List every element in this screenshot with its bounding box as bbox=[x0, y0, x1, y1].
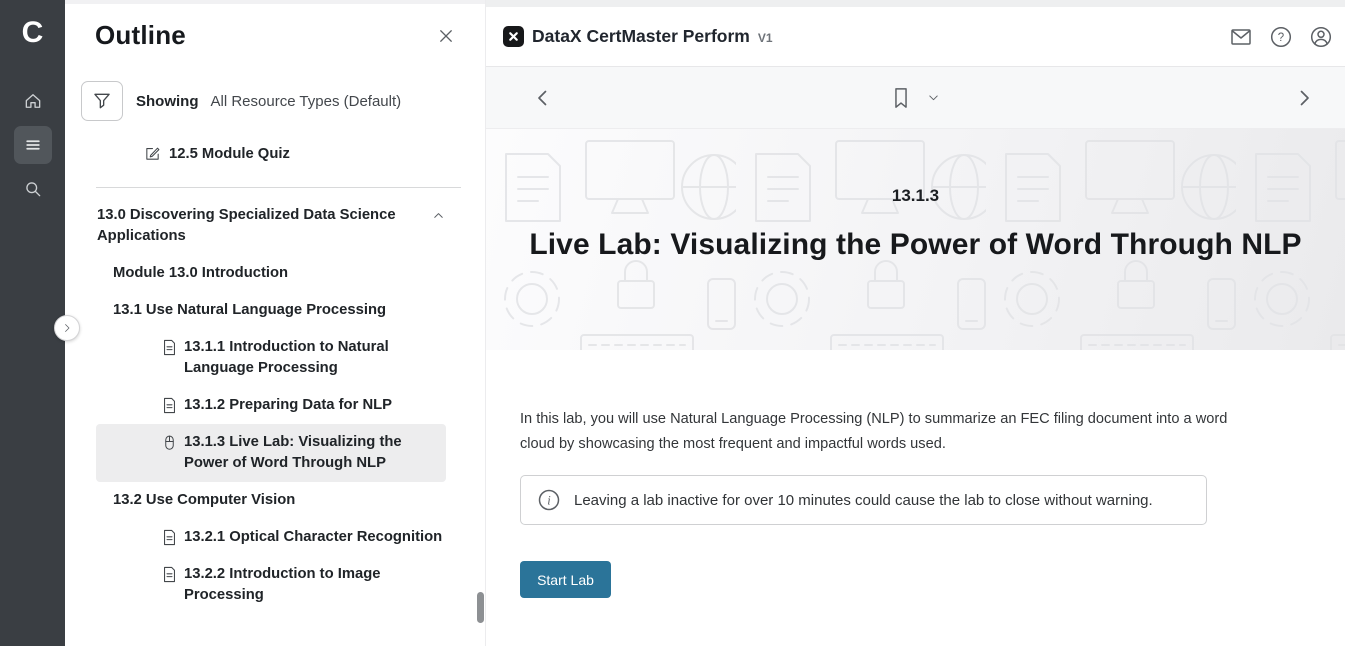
outline-panel: Outline Showing All Resource Types (Defa… bbox=[65, 0, 485, 646]
lesson-hero-banner: 13.1.3 Live Lab: Visualizing the Power o… bbox=[486, 129, 1345, 350]
chevron-left-icon bbox=[531, 86, 555, 110]
outline-divider bbox=[96, 187, 461, 188]
app-header: DataX CertMaster Perform V1 ? bbox=[486, 7, 1345, 67]
filter-value: All Resource Types (Default) bbox=[211, 93, 402, 110]
outline-item-label: 13.1.3 Live Lab: Visualizing the Power o… bbox=[184, 432, 446, 474]
outline-item-label: 13.1.1 Introduction to Natural Language … bbox=[184, 337, 446, 379]
lesson-number: 13.1.3 bbox=[486, 186, 1345, 206]
filter-button[interactable] bbox=[81, 81, 123, 121]
page-background-strip bbox=[486, 0, 1345, 7]
svg-text:i: i bbox=[547, 494, 551, 508]
outline-item-label: 13.2.1 Optical Character Recognition bbox=[184, 527, 442, 548]
outline-item-13-1-2[interactable]: 13.1.2 Preparing Data for NLP bbox=[96, 387, 446, 424]
search-button[interactable] bbox=[14, 170, 52, 208]
bookmark-icon bbox=[890, 86, 912, 110]
outline-item-label: 13.2.2 Introduction to Image Processing bbox=[184, 564, 446, 606]
outline-item-13-0[interactable]: 13.0 Discovering Specialized Data Scienc… bbox=[96, 197, 446, 255]
outline-item-label: 13.1.2 Preparing Data for NLP bbox=[184, 395, 392, 416]
mail-icon bbox=[1229, 25, 1253, 49]
lesson-description: In this lab, you will use Natural Langua… bbox=[520, 407, 1265, 457]
chevron-down-icon bbox=[926, 90, 941, 105]
info-icon: i bbox=[537, 488, 561, 512]
filter-funnel-icon bbox=[92, 91, 112, 111]
outline-scrollbar-thumb[interactable] bbox=[477, 592, 484, 623]
lesson-body: In this lab, you will use Natural Langua… bbox=[486, 350, 1345, 598]
close-outline-button[interactable] bbox=[435, 25, 457, 47]
document-icon bbox=[162, 397, 177, 414]
mail-button[interactable] bbox=[1229, 25, 1253, 49]
outline-item-label: 13.1 Use Natural Language Processing bbox=[113, 300, 386, 321]
brand: DataX CertMaster Perform V1 bbox=[503, 26, 773, 47]
outline-item-label: Module 13.0 Introduction bbox=[113, 263, 288, 284]
outline-item-13-2[interactable]: 13.2 Use Computer Vision bbox=[96, 482, 446, 519]
chevron-right-icon bbox=[1292, 86, 1316, 110]
outline-menu-button[interactable] bbox=[14, 126, 52, 164]
inactivity-notice-box: i Leaving a lab inactive for over 10 min… bbox=[520, 475, 1207, 525]
product-version: V1 bbox=[758, 31, 773, 45]
outline-item-13-2-2[interactable]: 13.2.2 Introduction to Image Processing bbox=[96, 556, 446, 614]
document-icon bbox=[162, 566, 177, 583]
outline-item-module-13-intro[interactable]: Module 13.0 Introduction bbox=[96, 255, 446, 292]
start-lab-button[interactable]: Start Lab bbox=[520, 561, 611, 598]
chevron-right-icon bbox=[61, 322, 73, 334]
panel-expand-button[interactable] bbox=[54, 315, 80, 341]
outline-item-label: 13.0 Discovering Specialized Data Scienc… bbox=[97, 205, 431, 247]
lesson-toolbar bbox=[486, 67, 1345, 129]
inactivity-notice-text: Leaving a lab inactive for over 10 minut… bbox=[574, 492, 1153, 509]
edit-quiz-icon bbox=[144, 145, 161, 162]
outline-item-module-quiz[interactable]: 12.5 Module Quiz bbox=[144, 145, 485, 162]
comptia-logo[interactable]: C bbox=[0, 0, 65, 66]
account-button[interactable] bbox=[1309, 25, 1333, 49]
outline-item-13-1[interactable]: 13.1 Use Natural Language Processing bbox=[96, 292, 446, 329]
showing-label: Showing bbox=[136, 93, 199, 110]
svg-text:?: ? bbox=[1278, 32, 1284, 44]
outline-item-13-2-1[interactable]: 13.2.1 Optical Character Recognition bbox=[96, 519, 446, 556]
outline-item-list: 13.0 Discovering Specialized Data Scienc… bbox=[96, 197, 446, 614]
outline-item-13-1-1[interactable]: 13.1.1 Introduction to Natural Language … bbox=[96, 329, 446, 387]
document-icon bbox=[162, 529, 177, 546]
chevron-up-icon[interactable] bbox=[431, 208, 446, 223]
help-button[interactable]: ? bbox=[1269, 25, 1293, 49]
help-icon: ? bbox=[1269, 25, 1293, 49]
home-icon bbox=[23, 91, 43, 111]
previous-lesson-button[interactable] bbox=[531, 86, 555, 110]
close-icon bbox=[437, 27, 455, 45]
mouse-icon bbox=[162, 434, 177, 452]
menu-icon bbox=[23, 135, 43, 155]
home-button[interactable] bbox=[14, 82, 52, 120]
lesson-title: Live Lab: Visualizing the Power of Word … bbox=[486, 228, 1345, 262]
bookmark-button[interactable] bbox=[890, 86, 912, 110]
search-icon bbox=[23, 179, 43, 199]
outline-item-13-1-3-current[interactable]: 13.1.3 Live Lab: Visualizing the Power o… bbox=[96, 424, 446, 482]
outline-item-label: 13.2 Use Computer Vision bbox=[113, 490, 295, 511]
document-icon bbox=[162, 339, 177, 356]
account-icon bbox=[1309, 25, 1333, 49]
outline-title: Outline bbox=[95, 20, 186, 51]
main-content-area: DataX CertMaster Perform V1 ? bbox=[485, 0, 1345, 646]
product-title: DataX CertMaster Perform bbox=[532, 26, 750, 47]
outline-item-label: 12.5 Module Quiz bbox=[169, 146, 290, 162]
next-lesson-button[interactable] bbox=[1292, 86, 1316, 110]
datax-logo-icon bbox=[503, 26, 524, 47]
bookmark-menu-button[interactable] bbox=[926, 90, 941, 105]
